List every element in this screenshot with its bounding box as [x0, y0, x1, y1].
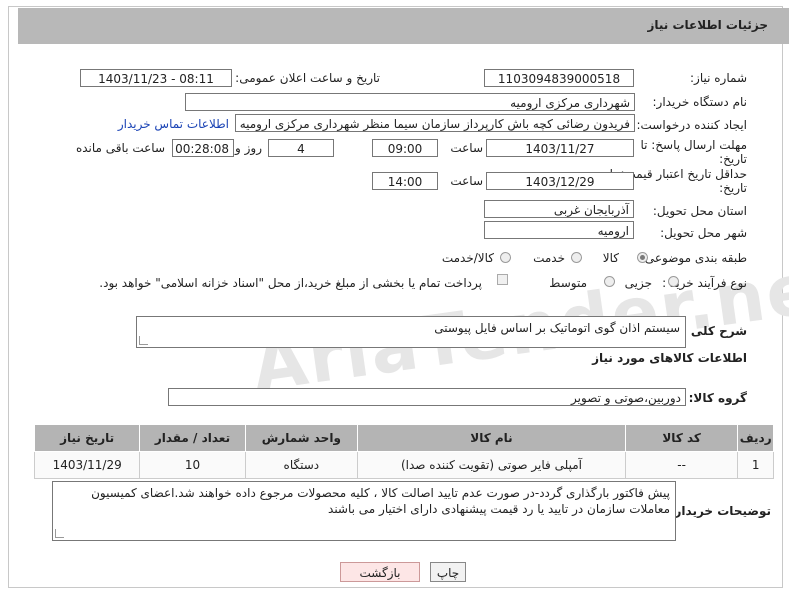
deadline-label: مهلت ارسال پاسخ: تا	[640, 138, 747, 152]
announce-field: 1403/11/23 - 08:11	[80, 69, 232, 87]
province-label: استان محل تحویل:	[652, 204, 747, 218]
category-both-radio[interactable]	[500, 252, 511, 263]
col-qty-header: تعداد / مقدار	[139, 424, 246, 452]
category-both-label: کالا/خدمت	[441, 251, 494, 265]
province-field: آذربایجان غربی	[484, 200, 634, 218]
treasury-payment-checkbox[interactable]	[497, 274, 508, 285]
cell-row: 1	[737, 451, 774, 479]
process-partial-radio[interactable]	[668, 276, 679, 287]
page-title: جزئیات اطلاعات نیاز	[647, 18, 768, 32]
cell-qty: 10	[139, 451, 246, 479]
remaining-label: ساعت باقی مانده	[75, 141, 165, 155]
table-header-row: ردیف کد کالا نام کالا واحد شمارش تعداد /…	[33, 424, 774, 452]
creator-field: فریدون رضائی کچه باش کارپرداز سازمان سیم…	[235, 114, 635, 132]
deadline-time-field: 09:00	[372, 139, 438, 157]
col-name-header: نام کالا	[357, 424, 626, 452]
goods-group-field: دوربین،صوتی و تصویر	[168, 388, 686, 406]
contact-buyer-link[interactable]: اطلاعات تماس خریدار	[118, 117, 229, 131]
validity-date-field: 1403/12/29	[486, 172, 634, 190]
announce-label: تاریخ و ساعت اعلان عمومی:	[235, 71, 380, 85]
process-medium-label: متوسط	[549, 276, 587, 290]
description-text: سیستم اذان گوی اتوماتیک بر اساس فایل پیو…	[434, 321, 680, 335]
category-service-radio[interactable]	[571, 252, 582, 263]
buyer-notes-label: توضیحات خریدار:	[669, 504, 771, 518]
category-goods-label: کالا	[602, 251, 619, 265]
buyer-field: شهرداری مرکزی ارومیه	[185, 93, 635, 111]
cell-code: --	[624, 451, 739, 479]
deadline-label-date: تاریخ:	[719, 152, 747, 166]
print-button[interactable]: چاپ	[430, 562, 466, 582]
validity-label-date: تاریخ:	[719, 181, 747, 195]
back-button[interactable]: بازگشت	[340, 562, 420, 582]
treasury-payment-note: پرداخت تمام یا بخشی از مبلغ خرید،از محل …	[99, 276, 482, 290]
category-goods-radio[interactable]	[637, 252, 648, 263]
process-medium-radio[interactable]	[604, 276, 615, 287]
need-number-label: شماره نیاز:	[690, 71, 747, 85]
goods-table: ردیف کد کالا نام کالا واحد شمارش تعداد /…	[33, 424, 774, 479]
description-field: سیستم اذان گوی اتوماتیک بر اساس فایل پیو…	[136, 316, 686, 348]
category-service-label: خدمت	[533, 251, 565, 265]
buyer-label: نام دستگاه خریدار:	[652, 95, 748, 109]
need-number-field: 1103094839000518	[484, 69, 634, 87]
buyer-notes-field: پیش فاکتور بارگذاری گردد-در صورت عدم تای…	[52, 481, 676, 541]
days-and-label: روز و	[235, 141, 262, 155]
creator-label: ایجاد کننده درخواست:	[636, 118, 747, 132]
cell-date: 1403/11/29	[33, 451, 141, 479]
process-partial-label: جزیی	[624, 276, 652, 290]
buyer-notes-text: پیش فاکتور بارگذاری گردد-در صورت عدم تای…	[91, 486, 670, 516]
col-unit-header: واحد شمارش	[244, 424, 359, 452]
city-field: ارومیه	[484, 221, 634, 239]
deadline-date-field: 1403/11/27	[486, 139, 634, 157]
table-row[interactable]: 1 -- آمپلی فایر صوتی (تقویت کننده صدا) د…	[33, 451, 774, 479]
goods-info-title: اطلاعات کالاهای مورد نیاز	[592, 351, 747, 365]
remaining-time-field: 00:28:08	[172, 139, 234, 157]
resize-handle-icon[interactable]	[55, 529, 64, 538]
cell-name: آمپلی فایر صوتی (تقویت کننده صدا)	[357, 451, 626, 479]
resize-handle-icon[interactable]	[139, 336, 148, 345]
days-field: 4	[268, 139, 334, 157]
cell-unit: دستگاه	[244, 451, 359, 479]
validity-time-field: 14:00	[372, 172, 438, 190]
category-label: طبقه بندی موضوعی:	[640, 251, 747, 265]
city-label: شهر محل تحویل:	[660, 226, 747, 240]
col-date-header: تاریخ نیاز	[33, 424, 141, 452]
col-code-header: کد کالا	[624, 424, 739, 452]
goods-group-label: گروه کالا:	[688, 391, 747, 405]
validity-time-label: ساعت	[450, 174, 483, 188]
page-header: جزئیات اطلاعات نیاز	[18, 8, 789, 44]
col-row-header: ردیف	[737, 424, 774, 452]
deadline-time-label: ساعت	[450, 141, 483, 155]
